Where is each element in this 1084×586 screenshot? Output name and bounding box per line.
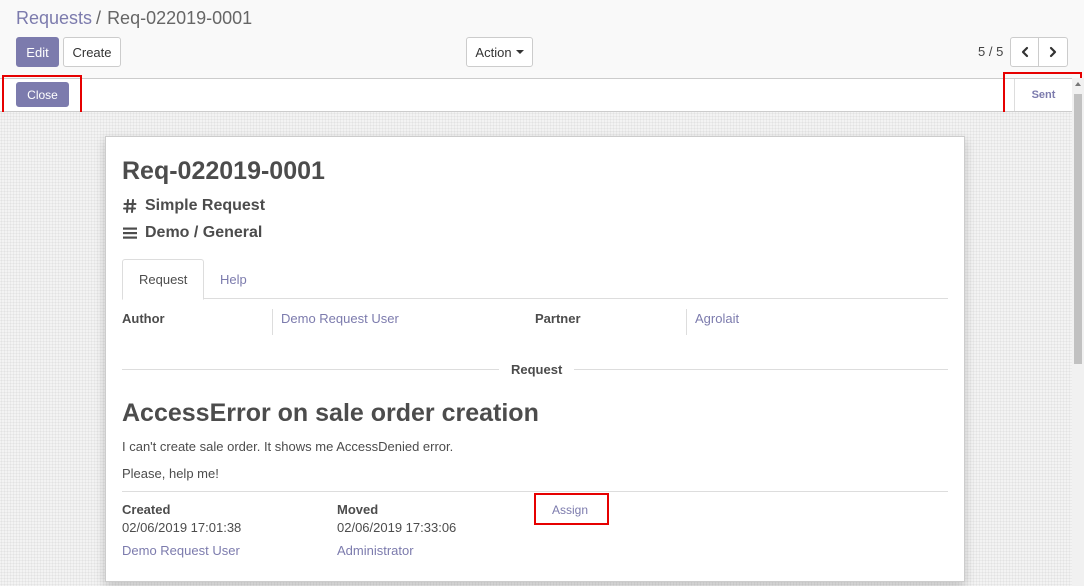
chevron-left-icon bbox=[1021, 46, 1028, 58]
form-sheet: Req-022019-0001 Simple Request Demo / Ge… bbox=[105, 136, 965, 582]
control-panel: Requests / Req-022019-0001 Edit Create Act… bbox=[0, 0, 1084, 78]
request-category: Demo / General bbox=[145, 224, 263, 241]
request-separator-label: Request bbox=[499, 362, 575, 377]
pager-next-button[interactable] bbox=[1038, 37, 1068, 67]
breadcrumb: Requests / Req-022019-0001 bbox=[16, 8, 252, 29]
breadcrumb-current: Req-022019-0001 bbox=[107, 8, 253, 28]
request-body-line: Please, help me! bbox=[122, 466, 219, 481]
edit-button[interactable]: Edit bbox=[16, 37, 59, 67]
created-date: 02/06/2019 17:01:38 bbox=[122, 520, 242, 535]
partner-value-link[interactable]: Agrolait bbox=[686, 309, 739, 335]
stage-sent-label: Sent bbox=[1031, 89, 1056, 101]
action-dropdown-label: Action bbox=[475, 44, 512, 60]
action-dropdown[interactable]: Action bbox=[466, 37, 533, 67]
request-category-line: Demo / General bbox=[122, 224, 262, 242]
request-body-line: I can't create sale order. It shows me A… bbox=[122, 439, 454, 454]
tab-help-label: Help bbox=[220, 271, 247, 287]
stage-sent[interactable]: Sent bbox=[1014, 79, 1072, 111]
partner-label: Partner bbox=[535, 311, 581, 326]
vertical-scrollbar[interactable] bbox=[1072, 78, 1084, 586]
created-by-link[interactable]: Demo Request User bbox=[122, 543, 240, 558]
request-name: Req-022019-0001 bbox=[122, 157, 325, 185]
author-value-link[interactable]: Demo Request User bbox=[272, 309, 399, 335]
pager-value: 5 / 5 bbox=[978, 44, 1004, 59]
caret-down-icon bbox=[515, 50, 524, 54]
request-type: Simple Request bbox=[145, 197, 266, 214]
request-type-line: Simple Request bbox=[122, 197, 265, 215]
moved-label: Moved bbox=[337, 502, 379, 517]
create-button-label: Create bbox=[72, 44, 112, 60]
moved-by-link[interactable]: Administrator bbox=[337, 543, 414, 558]
close-button-label: Close bbox=[27, 87, 58, 102]
tab-help[interactable]: Help bbox=[204, 259, 263, 299]
pager-previous-button[interactable] bbox=[1010, 37, 1039, 67]
assign-button[interactable]: Assign bbox=[552, 503, 588, 517]
breadcrumb-separator: / bbox=[96, 8, 102, 28]
create-button[interactable]: Create bbox=[63, 37, 121, 67]
history-divider bbox=[122, 491, 948, 492]
breadcrumb-requests-link[interactable]: Requests bbox=[16, 8, 92, 28]
request-title: AccessError on sale order creation bbox=[122, 399, 539, 427]
scroll-up-arrow[interactable] bbox=[1075, 82, 1081, 86]
chevron-right-icon bbox=[1049, 46, 1057, 58]
author-label: Author bbox=[122, 311, 165, 326]
scroll-thumb[interactable] bbox=[1074, 94, 1082, 364]
close-button[interactable]: Close bbox=[16, 82, 69, 107]
moved-date: 02/06/2019 17:33:06 bbox=[337, 520, 457, 535]
created-label: Created bbox=[122, 502, 171, 517]
bars-icon bbox=[122, 227, 138, 239]
tab-request[interactable]: Request bbox=[122, 259, 205, 300]
notebook-tabs: Request Help bbox=[122, 259, 948, 300]
statusbar: Close Sent bbox=[0, 78, 1072, 112]
tab-request-label: Request bbox=[139, 272, 188, 287]
edit-button-label: Edit bbox=[26, 44, 49, 60]
hash-icon bbox=[122, 199, 138, 213]
